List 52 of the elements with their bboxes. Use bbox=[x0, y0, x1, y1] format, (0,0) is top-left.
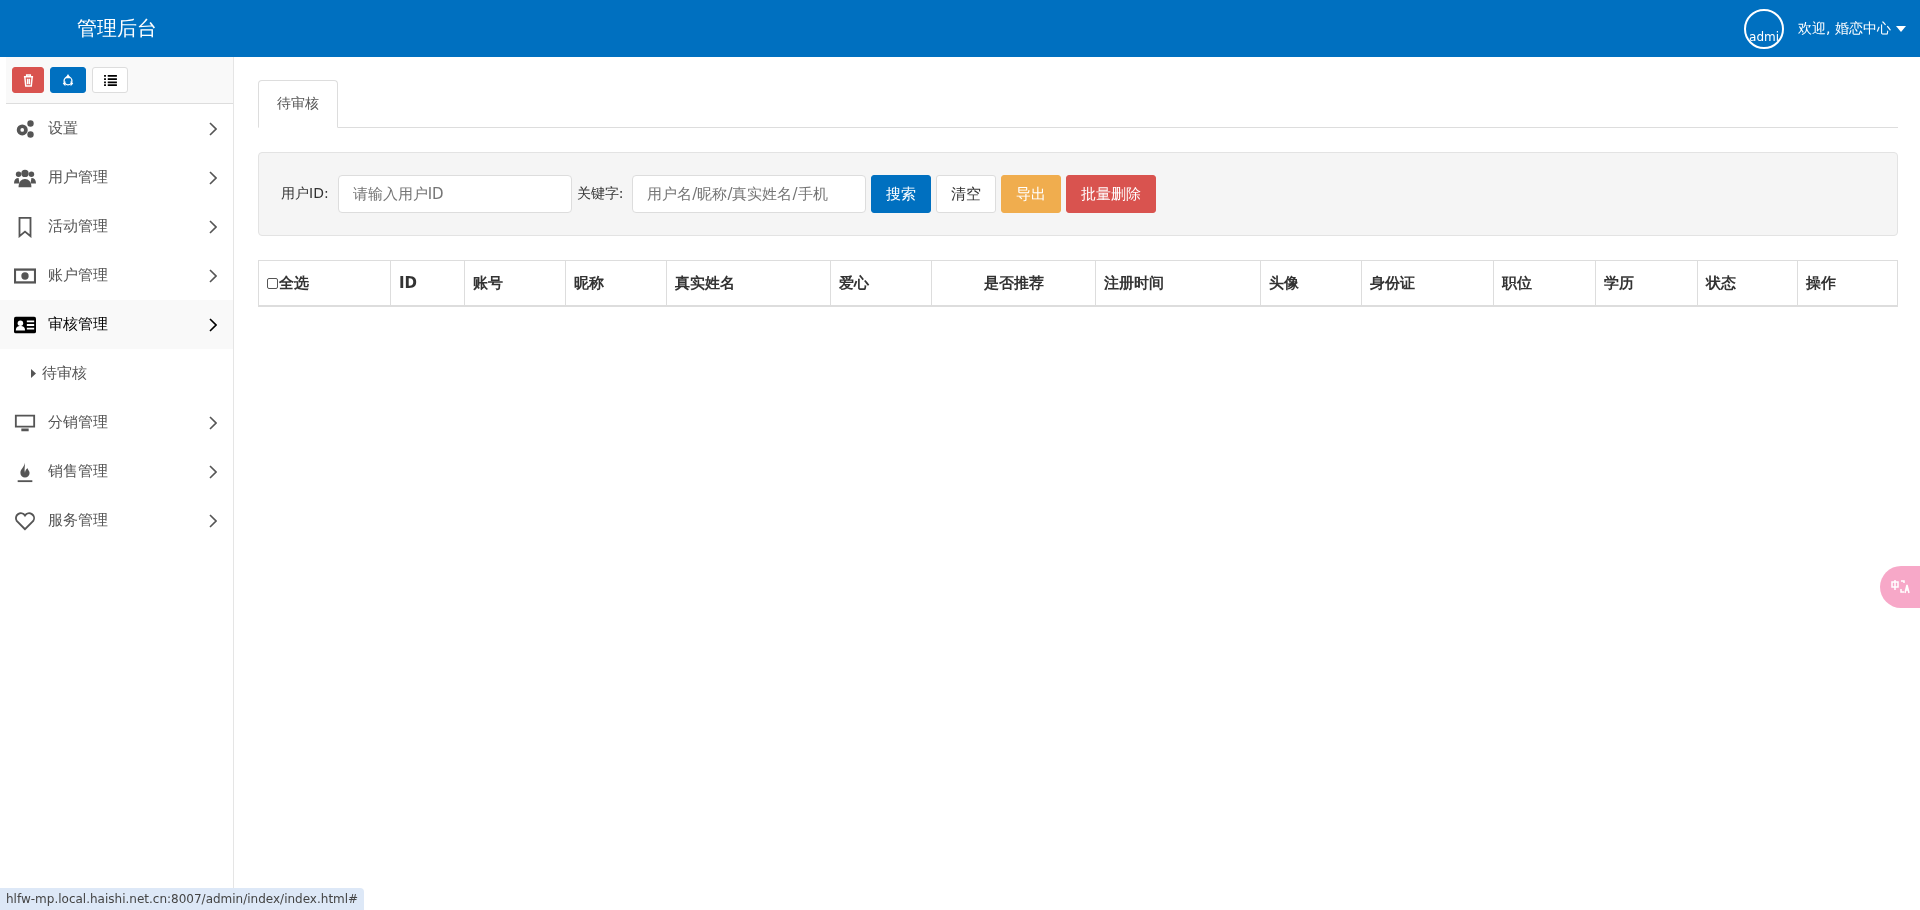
field-label: 用户ID: bbox=[281, 185, 329, 203]
action-button[interactable]: 清空 bbox=[936, 175, 997, 213]
list-button[interactable] bbox=[92, 67, 128, 93]
chevron-icon bbox=[209, 170, 217, 185]
list-icon bbox=[103, 74, 117, 86]
trash-button[interactable] bbox=[12, 67, 44, 93]
sidebar-item[interactable]: 分销管理 bbox=[0, 398, 233, 447]
sidebar-item[interactable]: 设置 bbox=[0, 104, 233, 153]
sidebar-item[interactable]: 账户管理 bbox=[0, 251, 233, 300]
sidebar-item[interactable]: 销售管理 bbox=[0, 447, 233, 496]
sidebar-item[interactable]: 活动管理 bbox=[0, 202, 233, 251]
sidebar-item[interactable]: 审核管理 bbox=[0, 300, 233, 349]
sidebar-item[interactable]: 用户管理 bbox=[0, 153, 233, 202]
column-header: 是否推荐 bbox=[931, 261, 1095, 305]
chevron-icon bbox=[209, 464, 217, 479]
column-header: 爱心 bbox=[830, 261, 931, 305]
column-header: ID bbox=[390, 261, 464, 305]
action-button[interactable]: 批量删除 bbox=[1066, 175, 1157, 213]
user-menu[interactable]: 欢迎, 婚恋中心 bbox=[1798, 19, 1906, 38]
search-button[interactable]: 搜索 bbox=[871, 175, 932, 213]
tab[interactable]: 待审核 bbox=[258, 80, 338, 128]
chevron-icon bbox=[209, 317, 217, 332]
chevron-icon bbox=[209, 219, 217, 234]
column-header: 学历 bbox=[1595, 261, 1697, 305]
checkbox[interactable] bbox=[267, 277, 278, 289]
field-label: 关键字: bbox=[576, 185, 624, 203]
column-header: 注册时间 bbox=[1095, 261, 1260, 305]
chevron-icon bbox=[209, 415, 217, 430]
column-header: 身份证 bbox=[1361, 261, 1493, 305]
avatar[interactable]: admi bbox=[1744, 8, 1785, 49]
trash-icon bbox=[22, 73, 34, 87]
column-header: 昵称 bbox=[565, 261, 666, 305]
chevron-icon bbox=[209, 121, 217, 136]
heart-icon bbox=[14, 509, 36, 532]
input-field[interactable]: 用户名/昵称/真实姓名/手机 bbox=[632, 175, 867, 213]
caret-icon bbox=[1896, 25, 1906, 32]
app-title: 管理后台 bbox=[75, 15, 158, 42]
chevron-icon bbox=[209, 513, 217, 528]
sidebar-item[interactable]: 服务管理 bbox=[0, 496, 233, 545]
column-header: 状态 bbox=[1697, 261, 1797, 305]
column-header: 操作 bbox=[1797, 261, 1897, 305]
chevron-icon bbox=[209, 268, 217, 283]
submenu-item[interactable]: 待审核 bbox=[0, 349, 233, 398]
column-header: 头像 bbox=[1260, 261, 1361, 305]
input-field[interactable]: 请输入用户ID bbox=[337, 175, 572, 213]
caret-icon bbox=[31, 369, 36, 378]
column-header: 全选 bbox=[259, 261, 390, 305]
recycle-button[interactable] bbox=[50, 67, 86, 93]
column-header: 账号 bbox=[464, 261, 565, 305]
status-url: hlfw-mp.local.haishi.net.cn:8007/admin/index/index.html# bbox=[0, 888, 365, 910]
column-header: 职位 bbox=[1493, 261, 1595, 305]
column-header: 真实姓名 bbox=[666, 261, 830, 305]
